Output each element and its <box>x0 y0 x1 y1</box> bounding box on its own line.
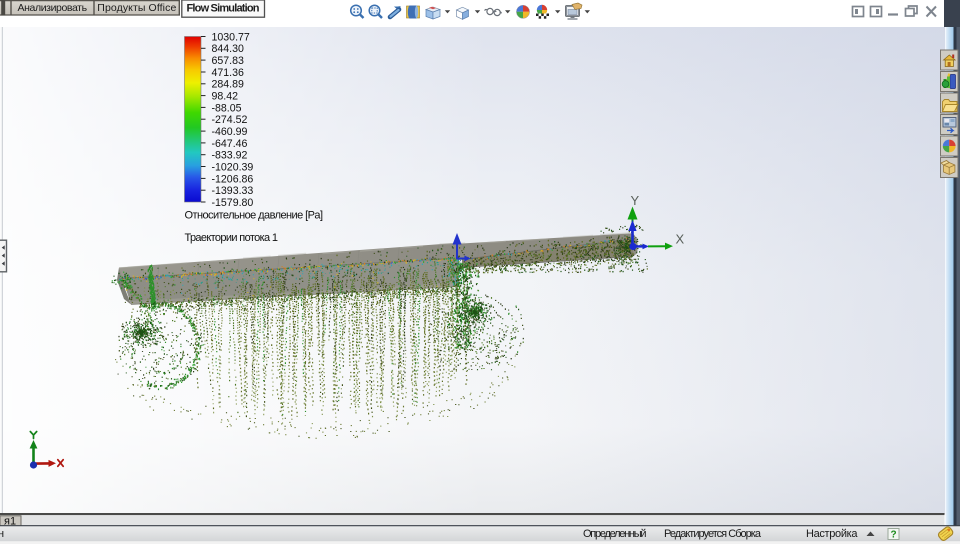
svg-text:98.42: 98.42 <box>212 91 239 103</box>
svg-text:Относительное давление [Pa]: Относительное давление [Pa] <box>185 210 324 222</box>
svg-text:Y: Y <box>631 193 640 208</box>
svg-text:Настройка: Настройка <box>806 528 858 540</box>
svg-text:Редактируется Сборка: Редактируется Сборка <box>664 528 762 540</box>
svg-text:-460.99: -460.99 <box>212 126 248 138</box>
svg-text:X: X <box>676 232 685 247</box>
svg-text:471.36: 471.36 <box>212 67 245 79</box>
svg-text:Продукты Office: Продукты Office <box>97 2 176 14</box>
svg-text:?: ? <box>891 530 897 541</box>
svg-text:844.30: 844.30 <box>212 43 245 55</box>
svg-text:н: н <box>0 528 4 540</box>
svg-text:-1393.33: -1393.33 <box>212 185 254 197</box>
svg-text:-274.52: -274.52 <box>212 114 248 126</box>
svg-text:Flow Simulation: Flow Simulation <box>187 3 260 15</box>
svg-text:Анализировать: Анализировать <box>18 2 88 14</box>
svg-text:Траектории потока 1: Траектории потока 1 <box>185 232 279 244</box>
svg-text:-1579.80: -1579.80 <box>212 197 254 209</box>
svg-text:-833.92: -833.92 <box>212 150 248 162</box>
svg-text:284.89: 284.89 <box>212 79 245 91</box>
svg-text:-647.46: -647.46 <box>212 138 248 150</box>
svg-text:1030.77: 1030.77 <box>212 31 250 43</box>
svg-text:-88.05: -88.05 <box>212 102 242 114</box>
svg-text:657.83: 657.83 <box>212 55 245 67</box>
svg-text:-1020.39: -1020.39 <box>212 161 254 173</box>
svg-text:-1206.86: -1206.86 <box>212 173 254 185</box>
svg-text:Определенный: Определенный <box>583 528 647 540</box>
